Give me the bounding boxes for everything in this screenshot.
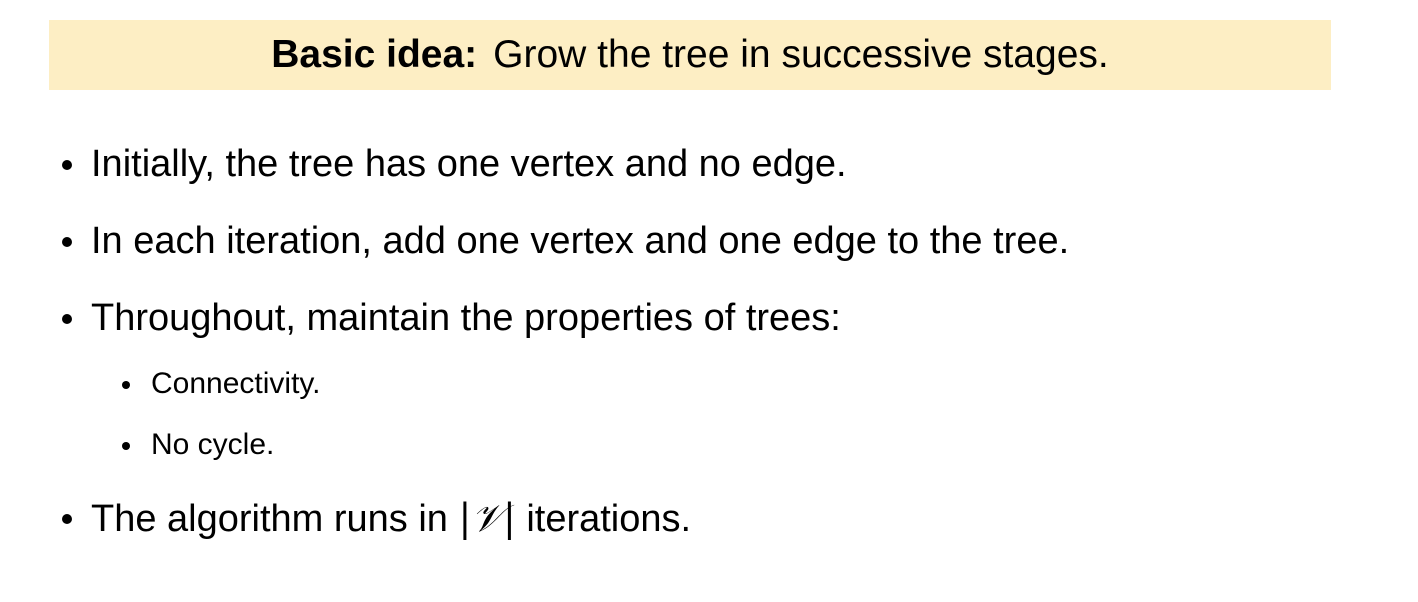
bullet-dot-icon <box>62 314 72 324</box>
bullet-item: In each iteration, add one vertex and on… <box>62 222 1069 260</box>
bullet-dot-icon <box>62 514 72 524</box>
bullet-dot-icon <box>62 237 72 247</box>
bullet-text-after: iterations. <box>515 498 692 540</box>
sub-bullet-item: No cycle. <box>122 430 274 460</box>
bullet-text: Initially, the tree has one vertex and n… <box>91 143 847 185</box>
bullet-text-before: The algorithm runs in <box>91 498 459 540</box>
bullet-text: Throughout, maintain the properties of t… <box>91 297 841 339</box>
bullet-dot-icon <box>62 160 72 170</box>
bullet-item: The algorithm runs in |𝒱| iterations. <box>62 499 691 538</box>
bullet-text: In each iteration, add one vertex and on… <box>91 220 1070 262</box>
vertex-set-size: |𝒱| <box>458 496 516 540</box>
sub-bullet-text: Connectivity. <box>151 367 321 400</box>
bullet-list: Initially, the tree has one vertex and n… <box>0 0 1418 602</box>
sub-bullet-item: Connectivity. <box>122 369 321 399</box>
sub-bullet-dot-icon <box>122 381 130 389</box>
sub-bullet-dot-icon <box>122 442 130 450</box>
bullet-item: Throughout, maintain the properties of t… <box>62 299 841 337</box>
bullet-item: Initially, the tree has one vertex and n… <box>62 145 847 183</box>
bullet-text: The algorithm runs in |𝒱| iterations. <box>91 498 691 540</box>
sub-bullet-text: No cycle. <box>151 428 275 461</box>
